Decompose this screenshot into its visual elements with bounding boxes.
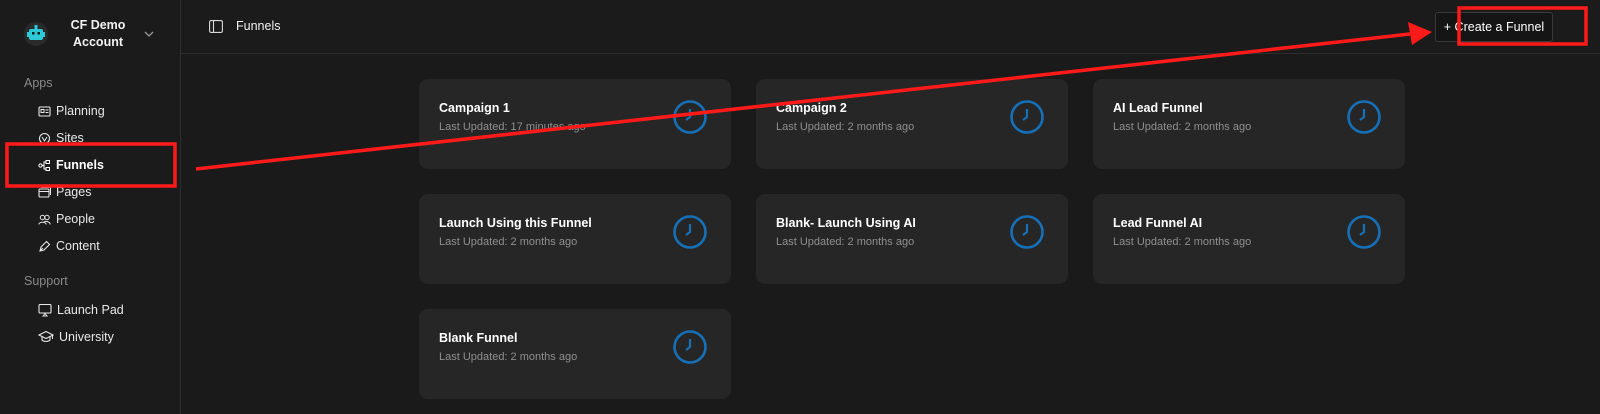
- funnel-title: Blank Funnel: [439, 331, 518, 345]
- sidebar-item-launch-pad[interactable]: Launch Pad: [38, 300, 124, 320]
- funnel-last-updated: Last Updated: 2 months ago: [439, 351, 578, 363]
- clock-icon: [1010, 215, 1044, 249]
- planning-icon: [38, 105, 51, 117]
- funnel-title: Campaign 1: [439, 101, 510, 115]
- sidebar-item-people[interactable]: People: [38, 209, 95, 229]
- top-header: Funnels + Create a Funnel: [181, 0, 1600, 54]
- funnel-card[interactable]: Blank Funnel Last Updated: 2 months ago: [419, 309, 731, 399]
- sidebar-item-label: Content: [56, 239, 100, 253]
- launch-pad-icon: [38, 303, 52, 317]
- funnel-last-updated: Last Updated: 2 months ago: [439, 236, 578, 248]
- clock-icon: [673, 215, 707, 249]
- sidebar-item-label: Launch Pad: [57, 303, 124, 317]
- funnel-last-updated: Last Updated: 2 months ago: [776, 236, 915, 248]
- funnel-title: Launch Using this Funnel: [439, 216, 592, 230]
- sidebar-item-planning[interactable]: Planning: [38, 101, 105, 121]
- clock-icon: [673, 330, 707, 364]
- funnel-last-updated: Last Updated: 2 months ago: [1113, 121, 1252, 133]
- funnel-last-updated: Last Updated: 2 months ago: [776, 121, 915, 133]
- funnel-title: Blank- Launch Using AI: [776, 216, 916, 230]
- funnel-title: Campaign 2: [776, 101, 847, 115]
- funnel-last-updated: Last Updated: 17 minutes ago: [439, 121, 586, 133]
- sidebar-item-label: University: [59, 330, 114, 344]
- clock-icon: [1010, 100, 1044, 134]
- chevron-down-icon: [144, 31, 154, 37]
- sidebar-item-label: Planning: [56, 104, 105, 118]
- funnel-card[interactable]: Launch Using this Funnel Last Updated: 2…: [419, 194, 731, 284]
- sidebar-item-university[interactable]: University: [38, 327, 114, 347]
- sidebar-toggle-icon[interactable]: [209, 20, 223, 33]
- clock-icon: [1347, 215, 1381, 249]
- content-icon: [39, 240, 51, 252]
- clock-icon: [1347, 100, 1381, 134]
- people-icon: [38, 214, 51, 225]
- funnel-card[interactable]: Lead Funnel AI Last Updated: 2 months ag…: [1093, 194, 1405, 284]
- account-switcher[interactable]: CF Demo Account: [0, 0, 181, 70]
- funnel-title: Lead Funnel AI: [1113, 216, 1203, 230]
- funnel-last-updated: Last Updated: 2 months ago: [1113, 236, 1252, 248]
- account-name: CF Demo Account: [70, 18, 126, 49]
- sidebar-item-sites[interactable]: Sites: [38, 128, 84, 148]
- sidebar-item-label: People: [56, 212, 95, 226]
- app-window: CF Demo Account Apps Planning Sites Funn…: [0, 0, 1600, 414]
- pages-icon: [38, 186, 51, 198]
- funnels-icon: [38, 159, 50, 171]
- university-icon: [38, 330, 54, 343]
- create-funnel-button[interactable]: + Create a Funnel: [1435, 12, 1553, 42]
- support-section-label: Support: [24, 274, 68, 288]
- sidebar-item-content[interactable]: Content: [38, 236, 100, 256]
- funnel-card[interactable]: Campaign 2 Last Updated: 2 months ago: [756, 79, 1068, 169]
- sidebar-item-pages[interactable]: Pages: [38, 182, 91, 202]
- sites-icon: [38, 132, 51, 144]
- funnel-card[interactable]: Campaign 1 Last Updated: 17 minutes ago: [419, 79, 731, 169]
- apps-section-label: Apps: [24, 76, 53, 90]
- sidebar: CF Demo Account Apps Planning Sites Funn…: [0, 0, 181, 414]
- funnel-card[interactable]: Blank- Launch Using AI Last Updated: 2 m…: [756, 194, 1068, 284]
- funnel-title: AI Lead Funnel: [1113, 101, 1203, 115]
- clock-icon: [673, 100, 707, 134]
- sidebar-item-label: Sites: [56, 131, 84, 145]
- sidebar-item-label: Pages: [56, 185, 92, 199]
- sidebar-item-funnels[interactable]: Funnels: [38, 155, 104, 175]
- sidebar-item-label: Funnels: [56, 158, 104, 172]
- robot-avatar-icon: [24, 22, 48, 46]
- funnel-card[interactable]: AI Lead Funnel Last Updated: 2 months ag…: [1093, 79, 1405, 169]
- page-title: Funnels: [236, 19, 281, 33]
